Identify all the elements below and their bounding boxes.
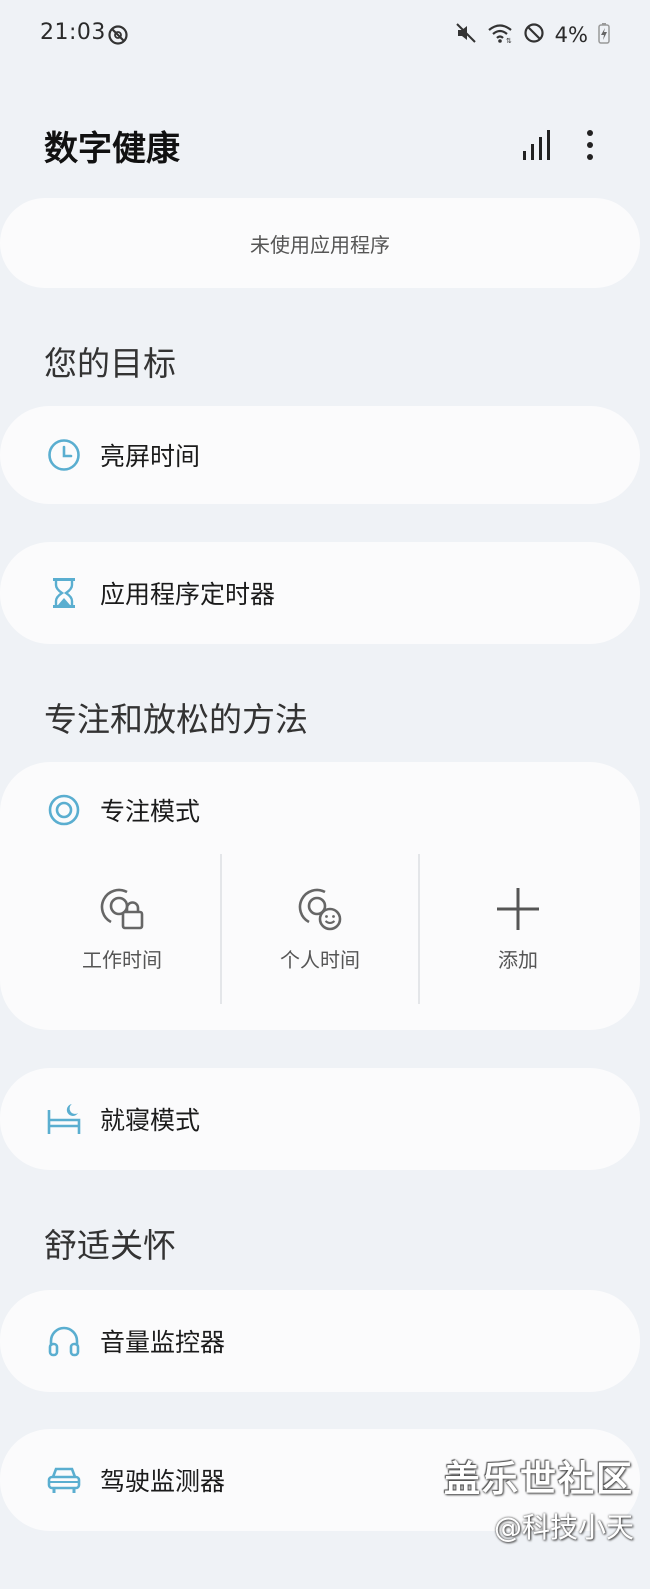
bed-moon-icon [46, 1101, 82, 1137]
watermark-community: 盖乐世社区 [443, 1459, 634, 1500]
bedtime-mode-row[interactable]: 就寝模式 [0, 1068, 640, 1170]
battery-percentage: 4% [554, 23, 588, 47]
bar-chart-icon[interactable] [516, 125, 556, 165]
volume-monitor-row[interactable]: 音量监控器 [0, 1290, 640, 1392]
screen-time-label: 亮屏时间 [100, 442, 201, 471]
focus-mode-label: 专注模式 [100, 797, 201, 826]
unused-apps-button[interactable]: 未使用应用程序 [0, 198, 640, 288]
watermark-author: @科技小天 [493, 1511, 634, 1544]
clock-icon [46, 437, 82, 473]
work-time-label: 工作时间 [82, 948, 162, 972]
focus-mode-card: 专注模式 工作时间 个人时间 添加 [0, 762, 640, 1030]
wifi-icon: ⇅ [487, 22, 513, 48]
personal-time-option[interactable]: 个人时间 [220, 854, 418, 1004]
goals-section-title: 您的目标 [44, 344, 176, 383]
do-not-disturb-icon [107, 24, 129, 46]
battery-charging-icon [598, 22, 610, 48]
unused-apps-label: 未使用应用程序 [250, 232, 390, 257]
work-time-option[interactable]: 工作时间 [24, 854, 220, 1004]
blocked-icon [523, 22, 545, 48]
more-vert-icon[interactable] [570, 125, 610, 165]
focus-mode-options: 工作时间 个人时间 添加 [24, 854, 616, 1004]
hourglass-icon [46, 575, 82, 611]
bedtime-mode-label: 就寝模式 [100, 1106, 201, 1135]
focus-section-title: 专注和放松的方法 [44, 700, 308, 739]
status-bar: 21:03 ⇅ 4% [0, 0, 650, 70]
personal-time-label: 个人时间 [280, 948, 360, 972]
add-label: 添加 [498, 948, 538, 972]
app-timer-row[interactable]: 应用程序定时器 [0, 542, 640, 644]
app-header: 数字健康 [44, 115, 606, 175]
plus-icon [493, 884, 543, 934]
focus-mode-header[interactable]: 专注模式 [0, 790, 640, 830]
app-timer-label: 应用程序定时器 [100, 580, 276, 609]
headphones-icon [46, 1323, 82, 1359]
car-icon [46, 1462, 82, 1498]
personal-smile-icon [295, 884, 345, 934]
add-focus-mode-button[interactable]: 添加 [418, 854, 616, 1004]
wellbeing-section-title: 舒适关怀 [44, 1226, 176, 1265]
focus-target-icon [46, 792, 82, 828]
screen-time-row[interactable]: 亮屏时间 [0, 406, 640, 504]
volume-monitor-label: 音量监控器 [100, 1328, 226, 1357]
driving-monitor-label: 驾驶监测器 [100, 1467, 226, 1496]
svg-text:⇅: ⇅ [506, 37, 512, 44]
work-lock-icon [97, 884, 147, 934]
mute-icon [455, 22, 477, 48]
status-time: 21:03 [40, 20, 106, 45]
page-title: 数字健康 [44, 129, 180, 169]
